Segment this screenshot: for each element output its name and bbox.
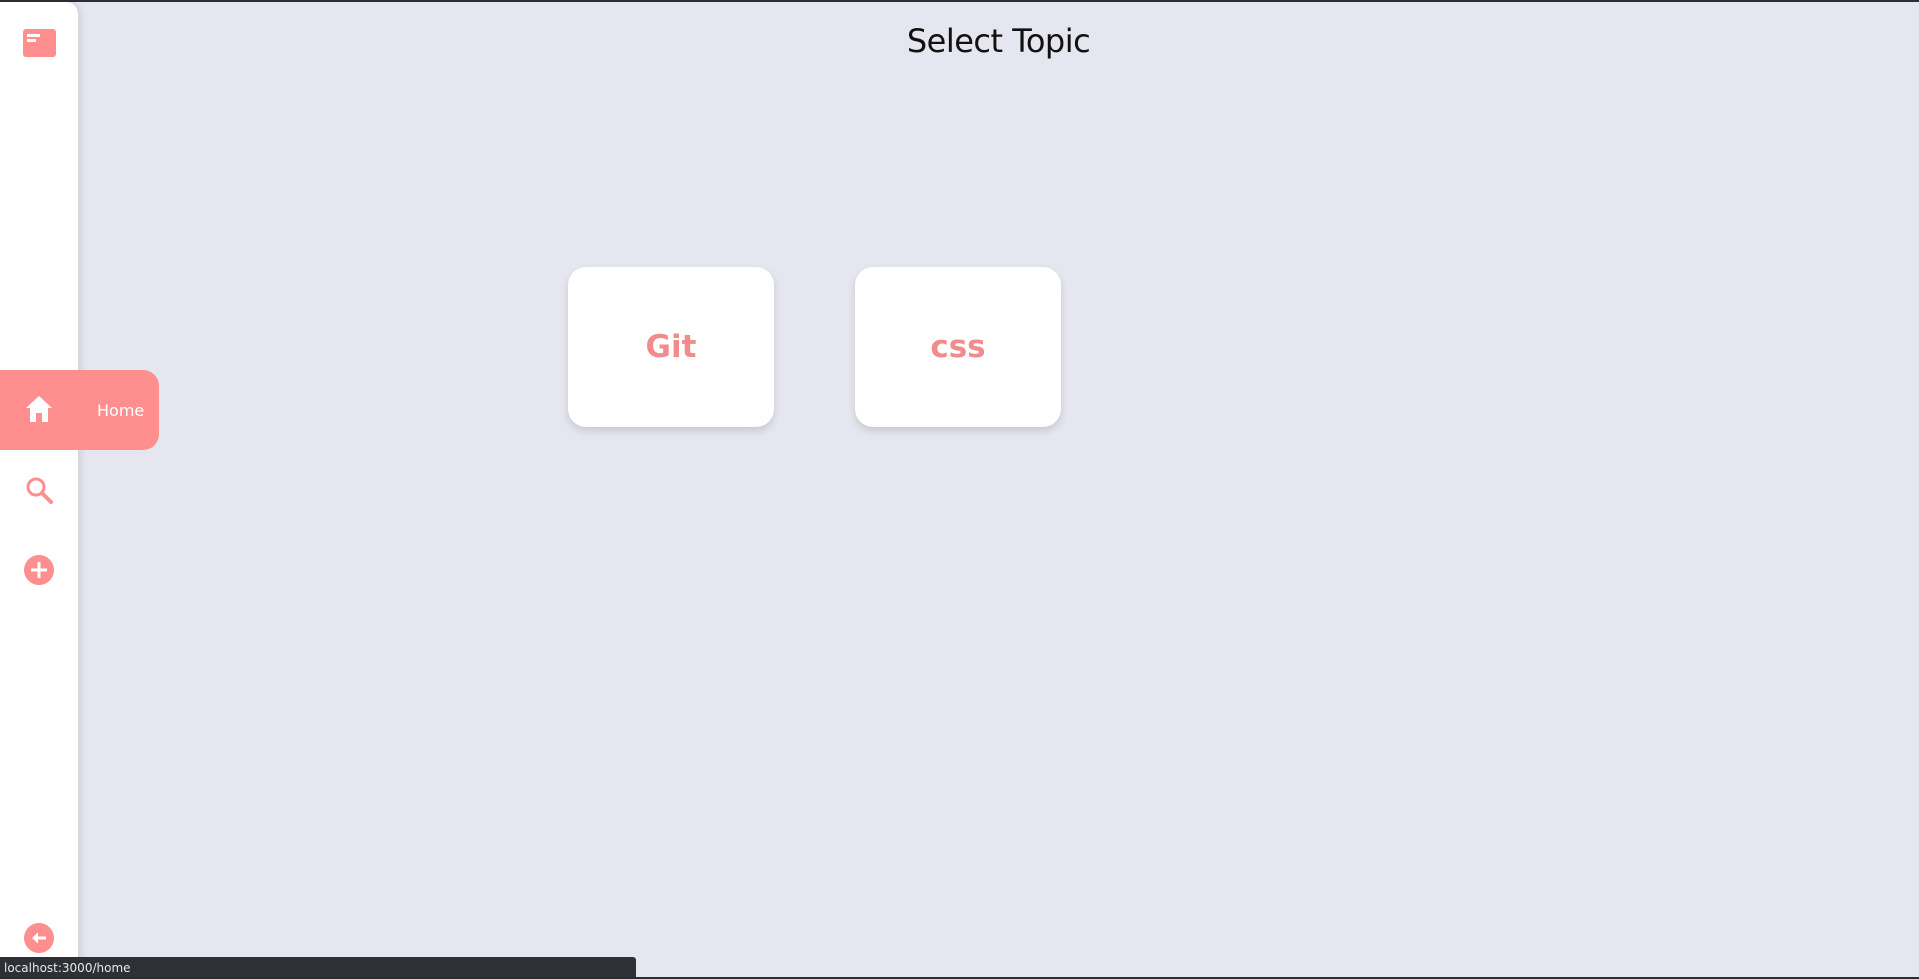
topic-card-label: Git xyxy=(645,329,697,365)
sidebar-back-button[interactable] xyxy=(20,919,58,957)
page-title: Select Topic xyxy=(906,22,1091,60)
status-url: localhost:3000/home xyxy=(4,961,131,975)
sidebar-item-search[interactable] xyxy=(20,471,58,509)
app-viewport: Home Select Topic Git css localhost:3000… xyxy=(0,2,1919,977)
sidebar-item-label: Home xyxy=(97,401,145,420)
browser-window-icon[interactable] xyxy=(20,24,58,62)
topic-card-label: css xyxy=(930,329,986,365)
topic-card-css[interactable]: css xyxy=(855,267,1061,427)
browser-status-bar: localhost:3000/home xyxy=(0,957,636,977)
sidebar-item-add[interactable] xyxy=(20,551,58,589)
sidebar xyxy=(0,2,78,977)
sidebar-item-home[interactable]: Home xyxy=(0,370,159,450)
home-icon xyxy=(26,396,52,422)
arrow-left-circle-icon xyxy=(24,923,54,953)
search-icon xyxy=(26,477,53,504)
topic-card-git[interactable]: Git xyxy=(568,267,774,427)
plus-circle-icon xyxy=(24,555,54,585)
